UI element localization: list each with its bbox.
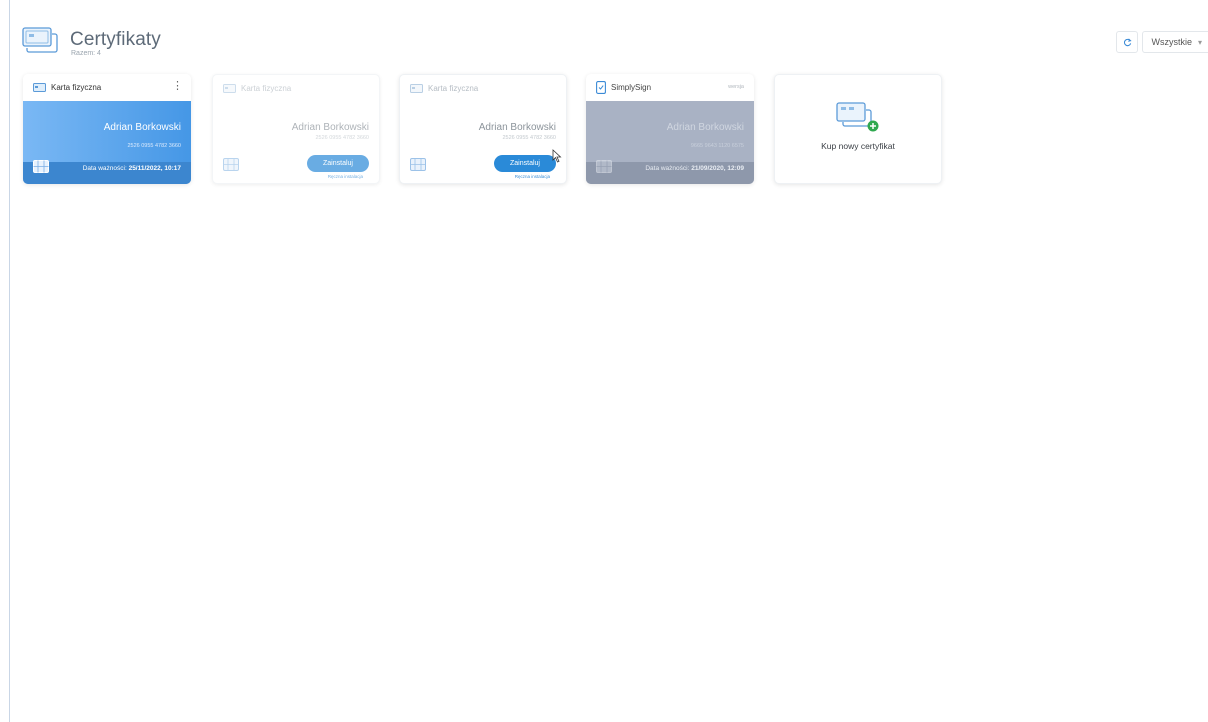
expiry-value: 25/11/2022, 10:17 — [128, 165, 181, 172]
serial-number: 9665 9643 1120 6575 — [690, 143, 744, 149]
expiry-date: Data ważności: 25/11/2022, 10:17 — [83, 165, 181, 172]
certificate-card[interactable]: Karta fizyczna Adrian Borkowski 2526 095… — [399, 74, 567, 184]
card-type-label: Karta fizyczna — [428, 84, 479, 93]
expiry-label: Data ważności: — [82, 165, 127, 172]
card-icon — [223, 84, 236, 93]
chevron-down-icon: ▾ — [1197, 37, 1202, 47]
refresh-button[interactable] — [1116, 31, 1139, 53]
serial-number: 2526 0955 4782 3660 — [315, 135, 369, 141]
add-card-icon — [836, 102, 879, 132]
install-button[interactable]: Zainstaluj — [307, 155, 369, 172]
toolbar: Wszystkie ▾ — [1116, 31, 1208, 53]
card-header: Karta fizyczna — [23, 74, 191, 101]
card-type-label: SimplySign — [611, 83, 652, 92]
card-type-label: Karta fizyczna — [241, 84, 292, 93]
owner-name: Adrian Borkowski — [103, 122, 181, 133]
buy-certificate-label: Kup nowy certyfikat — [821, 141, 895, 151]
page-title: Certyfikaty — [70, 29, 161, 50]
expiry-label: Data ważności: — [645, 165, 690, 172]
filter-dropdown[interactable]: Wszystkie ▾ — [1142, 31, 1208, 53]
card-icon — [410, 84, 423, 93]
card-header: Karta fizyczna — [400, 75, 566, 102]
status-tag: wersja — [728, 84, 744, 90]
chip-icon — [410, 158, 426, 171]
certificate-card[interactable]: SimplySign wersja Adrian Borkowski 9665 … — [586, 74, 754, 184]
expiry-date: Data ważności: 21/09/2020, 12:09 — [645, 165, 744, 172]
card-header: Karta fizyczna — [213, 75, 379, 102]
card-icon — [33, 83, 46, 92]
phone-icon — [596, 81, 606, 94]
more-menu-icon[interactable]: ⋮ — [172, 81, 183, 92]
manual-install-link[interactable]: Ręczna instalacja — [328, 174, 363, 179]
serial-number: 2526 0955 4782 3660 — [502, 135, 556, 141]
certificate-count: Razem: 4 — [71, 50, 101, 57]
owner-name: Adrian Borkowski — [291, 122, 369, 133]
mouse-cursor-icon — [552, 149, 562, 163]
serial-number: 2526 0955 4782 3660 — [127, 143, 181, 149]
owner-name: Adrian Borkowski — [478, 122, 556, 133]
manual-install-link[interactable]: Ręczna instalacja — [515, 174, 550, 179]
certificate-card[interactable]: Karta fizyczna ⋮ Adrian Borkowski 2526 0… — [23, 74, 191, 184]
chip-icon — [596, 160, 612, 173]
filter-value: Wszystkie — [1151, 37, 1192, 47]
left-border — [9, 0, 10, 722]
certificate-card[interactable]: Karta fizyczna Adrian Borkowski 2526 095… — [212, 74, 380, 184]
buy-certificate-card[interactable]: Kup nowy certyfikat — [774, 74, 942, 184]
refresh-icon — [1123, 38, 1132, 46]
chip-icon — [223, 158, 239, 171]
install-button[interactable]: Zainstaluj — [494, 155, 556, 172]
card-stack-icon — [22, 27, 58, 53]
expiry-value: 21/09/2020, 12:09 — [691, 165, 744, 172]
chip-icon — [33, 160, 49, 173]
owner-name: Adrian Borkowski — [666, 122, 744, 133]
card-type-label: Karta fizyczna — [51, 83, 102, 92]
